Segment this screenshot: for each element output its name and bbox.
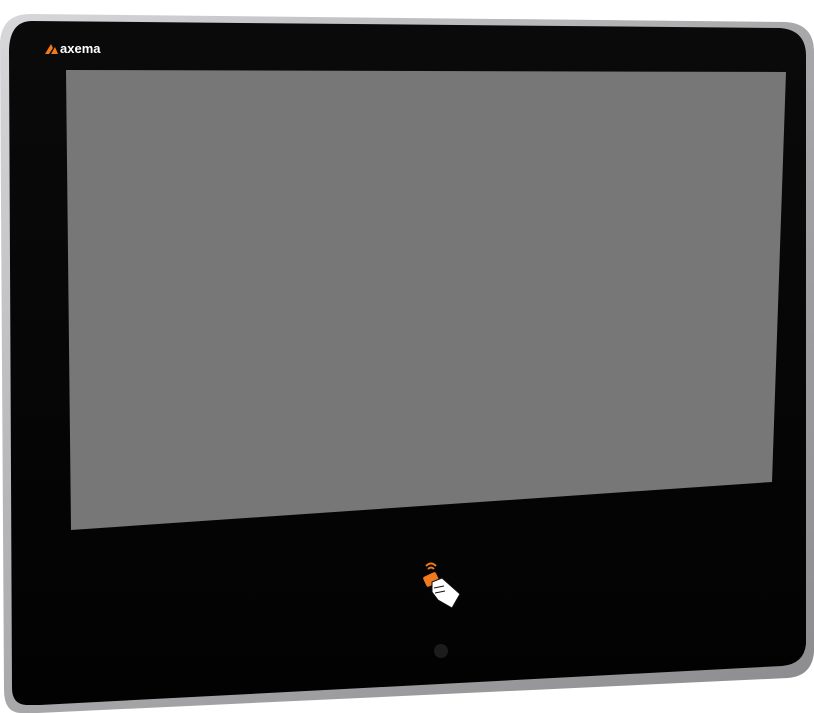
brand-name: axema bbox=[60, 41, 101, 56]
display-screen bbox=[66, 70, 786, 530]
device-photo: axema bbox=[0, 0, 814, 713]
camera-lens-icon bbox=[434, 644, 448, 658]
panel-device: axema bbox=[0, 14, 814, 713]
